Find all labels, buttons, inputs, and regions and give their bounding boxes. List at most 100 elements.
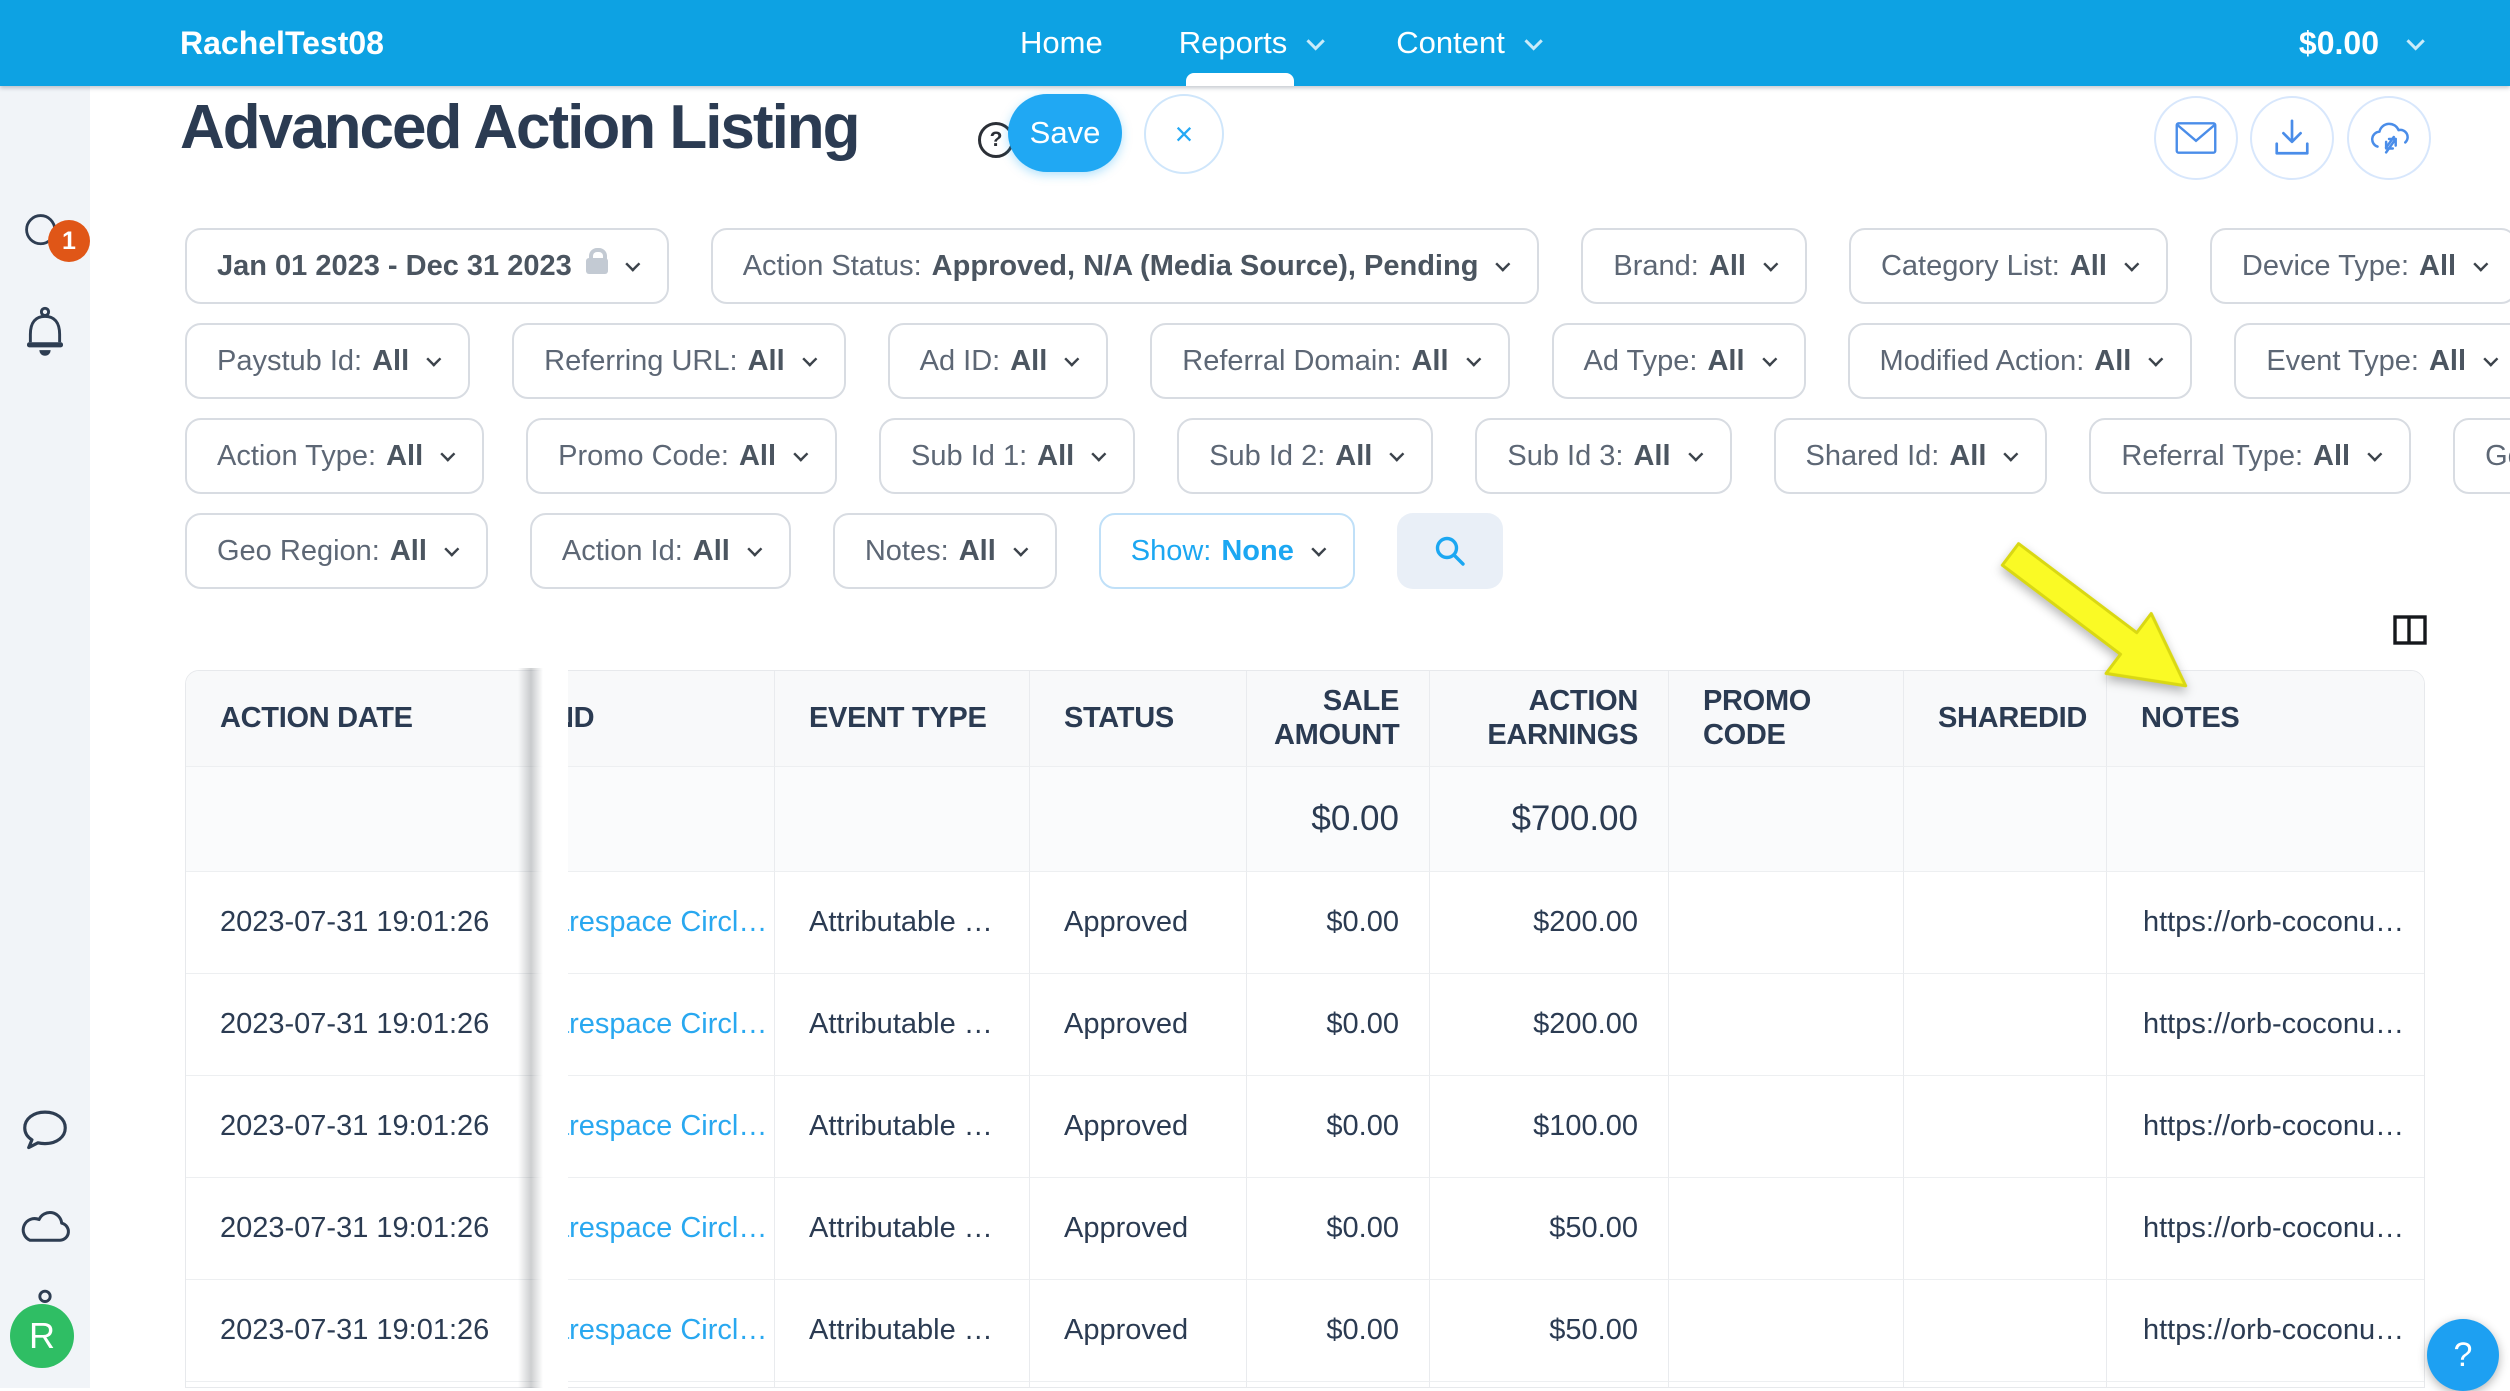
column-scroll-curl-overlay [518,668,568,1388]
filter-ad-id[interactable]: Ad ID: All [887,323,1109,399]
col-header-promo-code[interactable]: PROMO CODE [1668,671,1903,766]
chevron-down-icon [1495,256,1511,272]
filter-brand[interactable]: Brand: All [1581,228,1807,304]
chevron-down-icon [1064,351,1080,367]
nav-home[interactable]: Home [1020,25,1103,61]
nav-reports[interactable]: Reports [1178,25,1326,61]
col-header-action-earnings[interactable]: ACTION EARNINGS [1429,671,1668,766]
filter-sub-id-1[interactable]: Sub Id 1: All [879,418,1136,494]
top-bar: RachelTest08 Home Reports Content $0.00 [0,0,2510,86]
cell-brand-link[interactable]: arespace Circl… [546,973,774,1075]
filter-sub-id-3[interactable]: Sub Id 3: All [1475,418,1732,494]
download-report-button[interactable] [2250,96,2334,180]
cell-event-type: Attributable … [774,1279,1029,1381]
filter-geo-region[interactable]: Geo Region: All [185,513,488,589]
cell-action-date: 2023-07-31 19:01:26 [186,973,546,1075]
cell-action-earnings: $50.00 [1429,1177,1668,1279]
chevron-down-icon [426,351,442,367]
col-header-notes[interactable]: NOTES [2106,671,2424,766]
cell-brand-link[interactable]: arespace Circl… [546,1075,774,1177]
filter-referring-url[interactable]: Referring URL: All [512,323,846,399]
col-header-sharedid[interactable]: SHAREDID [1903,671,2106,766]
chevron-down-icon [793,446,809,462]
column-settings-button[interactable] [2392,614,2428,651]
summary-action-earnings: $700.00 [1429,766,1668,871]
filter-referral-type[interactable]: Referral Type: All [2089,418,2412,494]
filter-event-type[interactable]: Event Type: All [2234,323,2510,399]
cell-promo-code [1668,871,1903,973]
cell-action-earnings: $50.00 [1429,1381,1668,1387]
chevron-down-icon [801,351,817,367]
cell-sale-amount: $0.00 [1246,1381,1429,1387]
filter-referral-domain[interactable]: Referral Domain: All [1150,323,1510,399]
cell-status: Approved [1029,1279,1246,1381]
cell-brand-link[interactable]: arespace Circl… [546,1177,774,1279]
search-icon [1435,536,1465,566]
cell-action-earnings: $100.00 [1429,1075,1668,1177]
filter-sub-id-2[interactable]: Sub Id 2: All [1177,418,1434,494]
filter-date-range[interactable]: Jan 01 2023 - Dec 31 2023 [185,228,669,304]
cloud-sync-button[interactable] [2347,96,2431,180]
chevron-down-icon [440,446,456,462]
filter-row-2: Paystub Id: All Referring URL: All Ad ID… [185,323,2510,399]
filter-modified-action[interactable]: Modified Action: All [1847,323,2193,399]
account-name[interactable]: RachelTest08 [180,25,384,62]
filter-paystub-id[interactable]: Paystub Id: All [185,323,471,399]
nav-content[interactable]: Content [1396,25,1543,61]
nav-reports-label: Reports [1178,25,1288,60]
filter-action-type[interactable]: Action Type: All [185,418,485,494]
chevron-down-icon [1311,541,1327,557]
cell-action-date: 2023-07-31 19:01:26 [186,1381,546,1387]
col-header-sale-amount[interactable]: SALE AMOUNT [1246,671,1429,766]
cell-brand-link[interactable]: arespace Circl… [546,1381,774,1387]
filter-notes[interactable]: Notes: All [832,513,1057,589]
chevron-down-icon [1524,31,1543,51]
page-title: Advanced Action Listing [180,93,861,162]
filter-action-id[interactable]: Action Id: All [529,513,791,589]
cell-event-type: Attributable … [774,1177,1029,1279]
balance-menu[interactable]: $0.00 [2299,0,2425,86]
filter-category-list[interactable]: Category List: All [1848,228,2168,304]
chat-icon[interactable] [18,1102,72,1161]
col-header-action-date[interactable]: ACTION DATE [186,671,546,766]
columns-icon [2393,615,2427,645]
apply-search-button[interactable] [1396,513,1503,589]
col-header-status[interactable]: STATUS [1029,671,1246,766]
cell-brand-link[interactable]: arespace Circl… [546,871,774,973]
chevron-down-icon [1013,541,1029,557]
chevron-down-icon [1687,446,1703,462]
avatar[interactable]: R [10,1304,74,1368]
cell-action-date: 2023-07-31 19:01:26 [186,1075,546,1177]
close-button[interactable]: × [1144,94,1224,174]
filter-promo-code[interactable]: Promo Code: All [526,418,838,494]
notifications-bell-icon[interactable] [18,304,72,363]
chevron-down-icon [2003,446,2019,462]
cell-action-earnings: $50.00 [1429,1279,1668,1381]
date-range-value: Jan 01 2023 - Dec 31 2023 [217,249,572,282]
cell-notes: https://orb-coconu… [2106,973,2424,1075]
cell-sharedid [1903,1075,2106,1177]
col-header-event-type[interactable]: EVENT TYPE [774,671,1029,766]
col-header-brand[interactable]: ND [546,671,774,766]
cell-event-type: Attributable … [774,1075,1029,1177]
filter-geo-country[interactable]: Geo Country: All [2453,418,2510,494]
help-button[interactable]: ? [2427,1319,2499,1391]
cloud-sync-icon [2371,122,2409,154]
email-report-button[interactable] [2154,96,2238,180]
cell-notes: https://orb-coconu… [2106,1381,2424,1387]
cell-notes: https://orb-coconu… [2106,1075,2424,1177]
filter-ad-type[interactable]: Ad Type: All [1551,323,1806,399]
download-icon [2275,119,2309,155]
filter-action-status[interactable]: Action Status: Approved, N/A (Media Sour… [710,228,1540,304]
filter-shared-id[interactable]: Shared Id: All [1773,418,2048,494]
filter-device-type[interactable]: Device Type: All [2209,228,2510,304]
save-button[interactable]: Save [1008,94,1122,172]
cloud-icon[interactable] [17,1198,73,1253]
cell-brand-link[interactable]: arespace Circl… [546,1279,774,1381]
cell-event-type: Attributable … [774,973,1029,1075]
chevron-down-icon [1761,351,1777,367]
filter-show[interactable]: Show: None [1098,513,1355,589]
cell-action-date: 2023-07-31 19:01:26 [186,1279,546,1381]
cell-notes: https://orb-coconu… [2106,1177,2424,1279]
chevron-down-icon [625,256,641,272]
